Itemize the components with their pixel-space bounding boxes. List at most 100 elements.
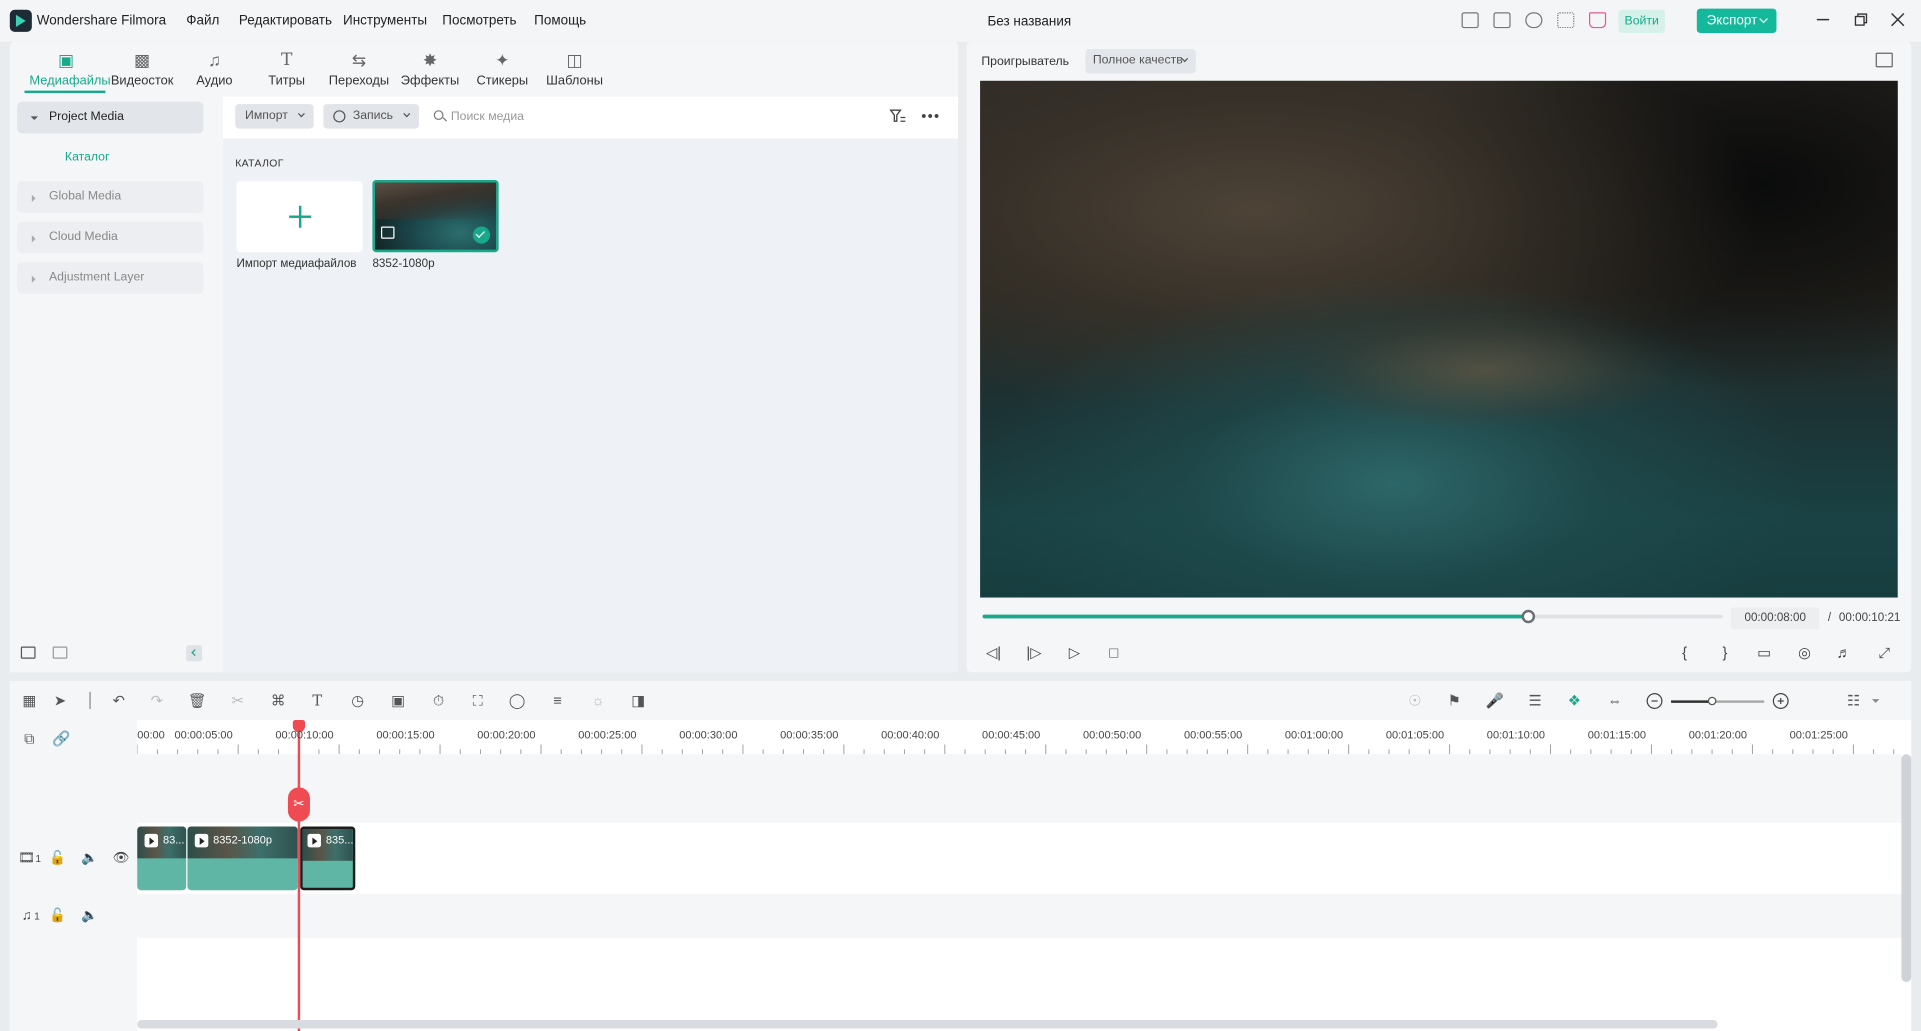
speed-icon[interactable]: ◷ bbox=[348, 692, 368, 709]
snap-icon[interactable]: ❖ bbox=[1564, 692, 1584, 709]
mute-icon[interactable]: 🔈 bbox=[81, 909, 98, 924]
sidebar-item-adjustment-layer[interactable]: Adjustment Layer bbox=[17, 262, 204, 294]
mute-icon[interactable]: 🔈 bbox=[81, 851, 98, 866]
lock-icon[interactable]: 🔓 bbox=[49, 909, 66, 924]
new-folder-icon[interactable] bbox=[20, 646, 36, 659]
timeline-clip-selected[interactable]: 835... bbox=[300, 826, 356, 891]
zoom-in-icon[interactable] bbox=[1772, 693, 1789, 709]
volume-icon[interactable]: ♬ bbox=[1834, 643, 1854, 663]
tab-stickers[interactable]: ✦ Стикеры bbox=[466, 51, 540, 88]
video-preview[interactable] bbox=[980, 80, 1898, 598]
previous-frame-icon[interactable]: ◁​| bbox=[984, 643, 1004, 663]
link-icon[interactable]: 🔗 bbox=[51, 730, 71, 747]
visibility-eye-icon[interactable]: 👁 bbox=[113, 851, 130, 866]
crop-icon[interactable]: ⌘ bbox=[268, 692, 288, 709]
tab-transitions[interactable]: ⇆ Переходы bbox=[322, 51, 396, 88]
zoom-slider-handle[interactable] bbox=[1707, 696, 1717, 706]
audio-track-number: 1 bbox=[34, 911, 40, 923]
add-track-icon[interactable]: ⧉ bbox=[20, 730, 40, 747]
mark-out-icon[interactable]: } bbox=[1715, 643, 1735, 663]
split-icon[interactable]: ✂ bbox=[228, 692, 248, 709]
audio-stretch-icon[interactable]: ☼ bbox=[588, 692, 608, 709]
timeline-clip[interactable]: 83... bbox=[137, 826, 187, 891]
audio-track-row[interactable] bbox=[137, 893, 1902, 938]
catalog-heading: КАТАЛОГ bbox=[235, 156, 284, 169]
tab-effects[interactable]: ✸ Эффекты bbox=[393, 51, 467, 88]
next-frame-icon[interactable]: |▷ bbox=[1024, 643, 1044, 663]
minimize-icon[interactable] bbox=[1816, 12, 1831, 27]
tab-audio[interactable]: ♫ Аудио bbox=[178, 51, 252, 88]
undo-icon[interactable]: ↶ bbox=[109, 692, 129, 709]
play-icon[interactable]: ▷ bbox=[1065, 643, 1085, 663]
lock-icon[interactable]: 🔓 bbox=[49, 851, 66, 866]
sidebar-item-catalog[interactable]: Каталог bbox=[65, 151, 110, 164]
video-track-row[interactable] bbox=[137, 822, 1902, 894]
fit-timeline-icon[interactable]: ⇔ bbox=[1605, 692, 1625, 709]
vertical-scrollbar[interactable] bbox=[1901, 754, 1912, 983]
snapshot-icon[interactable]: ◎ bbox=[1795, 643, 1815, 663]
layout-icon[interactable] bbox=[1461, 12, 1479, 29]
export-button[interactable]: Экспорт bbox=[1696, 8, 1777, 34]
sidebar-item-cloud-media[interactable]: Cloud Media bbox=[17, 221, 204, 254]
auto-reframe-icon[interactable]: ⛶ bbox=[468, 692, 488, 709]
menu-tools[interactable]: Инструменты bbox=[343, 13, 427, 28]
adjust-icon[interactable]: ≡ bbox=[548, 692, 568, 709]
display-settings-icon[interactable]: ▭ bbox=[1754, 643, 1774, 663]
current-time[interactable]: 00:00:08:00 bbox=[1731, 607, 1820, 630]
redo-icon[interactable]: ↷ bbox=[147, 692, 167, 709]
track-settings-icon[interactable]: ☷ bbox=[1844, 692, 1864, 709]
apps-grid-icon[interactable] bbox=[1557, 12, 1575, 29]
login-button[interactable]: Войти bbox=[1618, 9, 1665, 34]
select-tool-icon[interactable]: ➤ bbox=[50, 692, 70, 709]
empty-track-row[interactable] bbox=[137, 754, 1902, 823]
marker-icon[interactable]: ⚑ bbox=[1444, 692, 1464, 709]
playback-progress-handle[interactable] bbox=[1521, 609, 1535, 624]
menu-file[interactable]: Файл bbox=[186, 13, 219, 28]
text-tool-icon[interactable]: T bbox=[308, 692, 328, 709]
color-match-icon[interactable]: ◯ bbox=[507, 692, 527, 709]
restore-icon[interactable] bbox=[1854, 12, 1869, 27]
cloud-upload-icon[interactable] bbox=[1525, 12, 1543, 29]
folder-icon[interactable] bbox=[52, 646, 68, 659]
microphone-icon[interactable]: 🎤 bbox=[1485, 692, 1505, 709]
layout-grid-icon[interactable]: ▦ bbox=[20, 692, 40, 709]
import-media-tile[interactable] bbox=[236, 181, 363, 253]
tab-media[interactable]: ▣ Медиафайлы bbox=[29, 51, 110, 88]
split-scissors-icon[interactable]: ✂ bbox=[287, 787, 310, 822]
quality-select[interactable]: Полное качеств bbox=[1085, 48, 1196, 74]
menu-help[interactable]: Помощь bbox=[534, 13, 586, 28]
tab-templates[interactable]: ◫ Шаблоны bbox=[538, 51, 612, 88]
mark-in-icon[interactable]: { bbox=[1675, 643, 1695, 663]
zoom-out-icon[interactable] bbox=[1646, 693, 1663, 709]
tab-stock-video[interactable]: ▩ Видеосток bbox=[105, 51, 179, 88]
ai-portrait-icon[interactable]: ▣ bbox=[388, 692, 408, 709]
freeze-frame-icon[interactable]: ◨ bbox=[628, 692, 648, 709]
filter-icon[interactable] bbox=[889, 109, 906, 124]
record-dropdown[interactable]: Запись bbox=[323, 104, 419, 129]
timeline-clip[interactable]: 8352-1080p bbox=[187, 826, 298, 891]
horizontal-scrollbar[interactable] bbox=[137, 1019, 1718, 1029]
import-dropdown[interactable]: Импорт bbox=[235, 104, 314, 129]
menu-edit[interactable]: Редактировать bbox=[239, 13, 332, 28]
search-input[interactable] bbox=[450, 105, 819, 128]
close-icon[interactable] bbox=[1890, 12, 1905, 27]
more-options-icon[interactable]: ••• bbox=[921, 108, 940, 125]
media-clip-thumbnail[interactable] bbox=[372, 179, 499, 253]
stop-icon[interactable]: □ bbox=[1104, 643, 1124, 663]
sidebar-item-global-media[interactable]: Global Media bbox=[17, 181, 204, 214]
render-icon[interactable]: ☉ bbox=[1405, 692, 1425, 709]
chevron-down-icon[interactable] bbox=[1871, 699, 1880, 703]
sidebar-item-project-media[interactable]: Project Media bbox=[17, 101, 204, 134]
tab-titles[interactable]: T Титры bbox=[250, 51, 324, 88]
cart-icon[interactable] bbox=[1588, 12, 1607, 29]
fullscreen-icon[interactable]: ⤢ bbox=[1874, 643, 1894, 663]
playhead[interactable] bbox=[297, 724, 301, 1031]
save-icon[interactable] bbox=[1493, 12, 1511, 29]
timeline-empty-space[interactable] bbox=[137, 937, 1902, 1031]
video-scope-icon[interactable] bbox=[1875, 52, 1893, 68]
timer-icon[interactable]: ⏱ bbox=[429, 692, 449, 709]
menu-view[interactable]: Посмотреть bbox=[442, 13, 516, 28]
audio-mixer-icon[interactable]: ☰ bbox=[1525, 692, 1545, 709]
collapse-sidebar-button[interactable] bbox=[186, 645, 203, 662]
delete-icon[interactable]: 🗑 bbox=[187, 692, 207, 709]
